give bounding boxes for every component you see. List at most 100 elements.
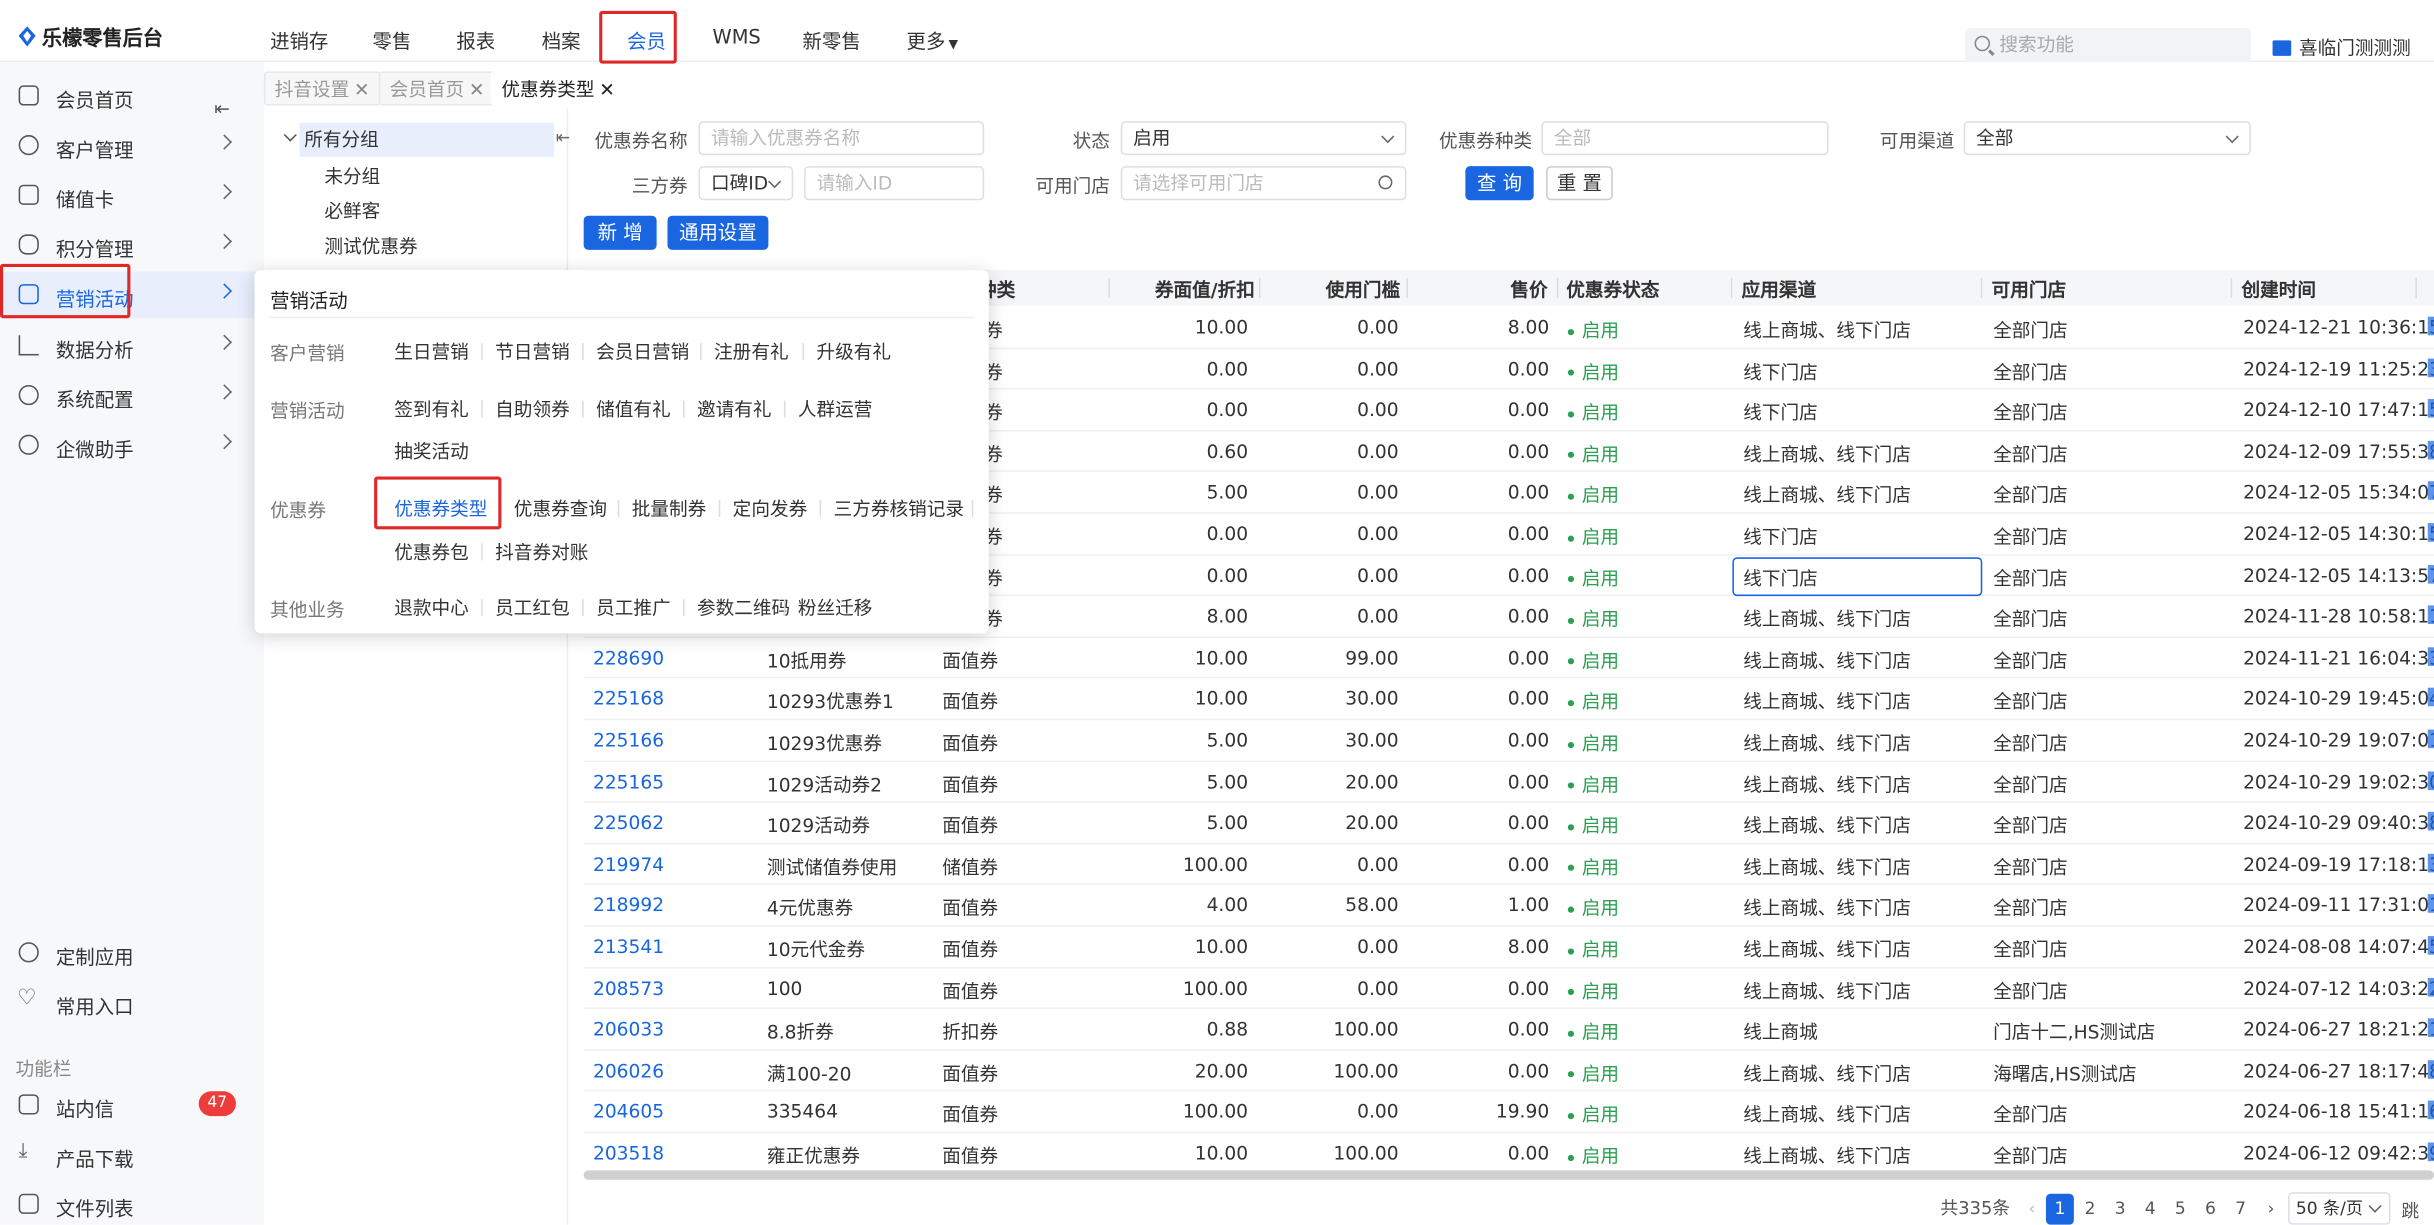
- menu-item[interactable]: 节日营销: [495, 338, 570, 364]
- sidebar-item-settings[interactable]: 系统配置: [0, 373, 264, 420]
- menu-item[interactable]: 邀请有礼: [697, 396, 772, 422]
- row-edge-link[interactable]: [2427, 1101, 2434, 1120]
- sidebar-item-inbox[interactable]: 站内信 47: [0, 1082, 264, 1129]
- menu-item[interactable]: 储值有礼: [596, 396, 671, 422]
- coupon-id-link[interactable]: 204605: [593, 1101, 664, 1123]
- coupon-id-link[interactable]: 225168: [593, 688, 664, 710]
- topnav-retail[interactable]: 零售: [373, 25, 412, 54]
- coupon-name-input[interactable]: 请输入优惠券名称: [698, 121, 985, 156]
- coupon-id-link[interactable]: 219974: [593, 853, 664, 875]
- page-size-select[interactable]: 50 条/页: [2288, 1192, 2391, 1225]
- coupon-id-link[interactable]: 225165: [593, 771, 664, 793]
- sidebar-item-member-home[interactable]: 会员首页 ⇤: [0, 73, 264, 120]
- menu-item[interactable]: 抖音券对账: [495, 539, 588, 565]
- close-icon[interactable]: ✕: [469, 79, 485, 101]
- sidebar-item-points[interactable]: 积分管理: [0, 222, 264, 269]
- menu-item[interactable]: 退款中心: [394, 595, 469, 621]
- menu-item[interactable]: 注册有礼: [714, 338, 789, 364]
- topnav-archive[interactable]: 档案: [542, 25, 581, 54]
- table-row[interactable]: 225062 1029活动券 面值券 5.00 20.00 0.00 启用 线上商城、线下门店…: [583, 803, 2434, 845]
- sidebar-item-custom-apps[interactable]: 定制应用: [0, 930, 264, 977]
- sidebar-item-stored-card[interactable]: 储值卡: [0, 172, 264, 219]
- row-edge-link[interactable]: [2427, 1018, 2434, 1038]
- menu-item[interactable]: 优惠券查询: [514, 495, 607, 521]
- menu-item[interactable]: 抽奖活动: [394, 438, 469, 464]
- tree-node[interactable]: 未分组: [324, 163, 380, 189]
- third-party-id-input[interactable]: 请输入ID: [804, 166, 985, 201]
- row-edge-link[interactable]: [2427, 1059, 2434, 1079]
- menu-item[interactable]: 生日营销: [394, 338, 469, 364]
- page-1-button[interactable]: 1: [2045, 1193, 2074, 1225]
- tree-node[interactable]: 必鲜客: [324, 197, 380, 223]
- active-cell-outline[interactable]: [1732, 557, 1983, 597]
- page-6-button[interactable]: 6: [2197, 1194, 2225, 1225]
- row-edge-link[interactable]: [2427, 853, 2434, 873]
- row-edge-link[interactable]: [2427, 729, 2434, 749]
- menu-item[interactable]: 批量制券: [632, 495, 707, 521]
- menu-item[interactable]: 自助领券: [495, 396, 570, 422]
- row-edge-link[interactable]: [2427, 399, 2434, 418]
- menu-item[interactable]: 粉丝迁移: [798, 595, 873, 621]
- page-4-button[interactable]: 4: [2136, 1194, 2164, 1225]
- close-icon[interactable]: ✕: [599, 79, 615, 101]
- channel-select[interactable]: 全部: [1963, 121, 2251, 156]
- menu-item[interactable]: 升级有礼: [817, 338, 892, 364]
- add-button[interactable]: 新 增: [583, 215, 657, 250]
- table-row[interactable]: 225166 10293优惠券 面值券 5.00 30.00 0.00 启用 线上商城、线下门…: [583, 720, 2434, 762]
- table-row[interactable]: 204605 335464 面值券 100.00 0.00 19.90 启用 线上商城、线下门…: [583, 1092, 2434, 1134]
- store-select[interactable]: 请选择可用门店: [1120, 166, 1407, 201]
- page-7-button[interactable]: 7: [2227, 1194, 2255, 1225]
- row-edge-link[interactable]: [2427, 688, 2434, 707]
- coupon-id-link[interactable]: 213541: [593, 936, 664, 958]
- table-row[interactable]: 225165 1029活动券2 面值券 5.00 20.00 0.00 启用 线上商城、线下门…: [583, 762, 2434, 803]
- table-row[interactable]: 213541 10元代金券 面值券 10.00 0.00 8.00 启用 线上商城、线下门店 全…: [583, 927, 2434, 969]
- horizontal-scrollbar[interactable]: [583, 1170, 2434, 1180]
- topnav-wms[interactable]: WMS: [713, 25, 761, 48]
- topnav-reports[interactable]: 报表: [456, 25, 495, 54]
- coupon-kind-select[interactable]: 全部: [1541, 121, 1829, 156]
- status-select[interactable]: 启用: [1120, 121, 1407, 156]
- row-edge-link[interactable]: [2427, 1142, 2434, 1162]
- tab-coupon-types[interactable]: 优惠券类型 ✕: [490, 71, 626, 106]
- menu-item[interactable]: 三方券核销记录: [834, 495, 964, 521]
- topnav-inventory[interactable]: 进销存: [270, 25, 328, 54]
- row-edge-link[interactable]: [2427, 894, 2434, 914]
- topnav-more[interactable]: 更多 ▼: [907, 25, 958, 54]
- next-page-icon[interactable]: ›: [2257, 1194, 2285, 1225]
- row-edge-link[interactable]: [2427, 481, 2434, 501]
- brand-logo[interactable]: 乐檬零售后台: [18, 22, 163, 51]
- collapse-sidebar-icon[interactable]: ⇤: [214, 98, 230, 120]
- general-settings-button[interactable]: 通用设置: [667, 215, 769, 250]
- coupon-id-link[interactable]: 218992: [593, 895, 664, 917]
- row-edge-link[interactable]: [2427, 812, 2434, 831]
- coupon-id-link[interactable]: 203518: [593, 1142, 664, 1164]
- coupon-id-link[interactable]: 208573: [593, 977, 664, 999]
- sidebar-item-customers[interactable]: 客户管理: [0, 123, 264, 170]
- row-edge-link[interactable]: [2427, 646, 2434, 666]
- coupon-id-link[interactable]: 206033: [593, 1019, 664, 1041]
- sidebar-item-downloads[interactable]: ⤓ 产品下载: [0, 1132, 264, 1179]
- row-edge-link[interactable]: [2427, 564, 2434, 584]
- sidebar-item-wecom[interactable]: 企微助手: [0, 422, 264, 469]
- menu-item[interactable]: 员工红包: [495, 595, 570, 621]
- menu-item[interactable]: 签到有礼: [394, 396, 469, 422]
- menu-item[interactable]: 定向发券: [733, 495, 808, 521]
- table-row[interactable]: 219974 测试储值券使用 储值券 100.00 0.00 0.00 启用 线上商城、线下门…: [583, 844, 2434, 886]
- store-selector[interactable]: 喜临门测测测: [2272, 34, 2411, 60]
- sidebar-item-shortcuts[interactable]: ♡ 常用入口: [0, 980, 264, 1027]
- row-edge-link[interactable]: [2427, 605, 2434, 625]
- row-edge-link[interactable]: [2427, 770, 2434, 790]
- page-3-button[interactable]: 3: [2106, 1194, 2134, 1225]
- menu-item[interactable]: 会员日营销: [596, 338, 689, 364]
- collapse-tree-icon[interactable]: ⇤: [556, 127, 570, 147]
- coupon-id-link[interactable]: 225166: [593, 730, 664, 752]
- sidebar-item-analytics[interactable]: 数据分析: [0, 323, 264, 370]
- tree-node[interactable]: 测试优惠券: [324, 233, 417, 259]
- table-row[interactable]: 225168 10293优惠券1 面值券 10.00 30.00 0.00 启用 线上商城、线…: [583, 679, 2434, 721]
- topnav-new-retail[interactable]: 新零售: [803, 25, 861, 54]
- menu-item[interactable]: 参数二维码: [697, 595, 790, 621]
- close-icon[interactable]: ✕: [354, 79, 370, 101]
- tab-douyin-settings[interactable]: 抖音设置 ✕: [263, 71, 381, 106]
- coupon-id-link[interactable]: 206026: [593, 1060, 664, 1082]
- table-row[interactable]: 206026 满100-20 面值券 20.00 100.00 0.00 启用 线上商城、线下…: [583, 1051, 2434, 1092]
